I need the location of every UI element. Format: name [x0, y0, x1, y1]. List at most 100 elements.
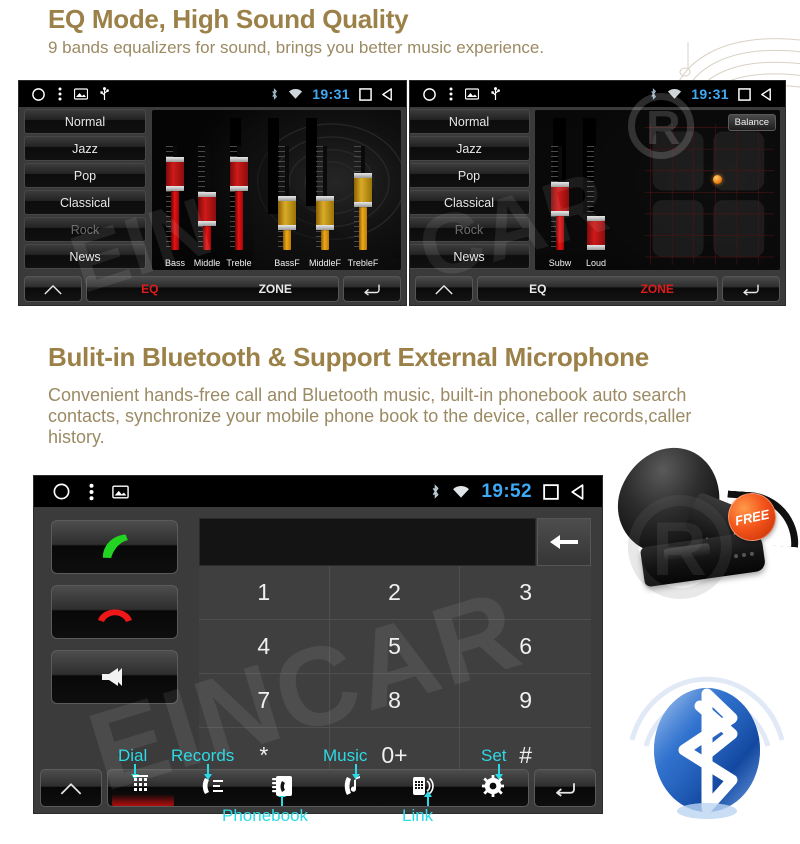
- nav-item-link[interactable]: [388, 770, 458, 806]
- eq1-tabs[interactable]: EQ ZONE: [86, 276, 339, 302]
- preset-normal[interactable]: Normal: [410, 109, 530, 134]
- nav-item-set[interactable]: [458, 770, 528, 806]
- preset-rock[interactable]: Rock: [24, 217, 146, 242]
- answer-call-button[interactable]: [51, 520, 178, 574]
- preset-normal[interactable]: Normal: [24, 109, 146, 134]
- slider-treblef[interactable]: TrebleF: [348, 146, 378, 268]
- eq2-tabs[interactable]: EQ ZONE: [477, 276, 718, 302]
- circle-home-icon[interactable]: [52, 482, 71, 501]
- dialpad-icon: [132, 774, 154, 802]
- slider-knob[interactable]: [551, 182, 569, 216]
- preset-jazz[interactable]: Jazz: [24, 136, 146, 161]
- slider-track[interactable]: [230, 146, 248, 250]
- kebab-menu-icon[interactable]: [449, 87, 453, 101]
- square-recents-icon[interactable]: [738, 87, 751, 101]
- slider-label: Treble: [226, 258, 252, 268]
- eq1-preset-list[interactable]: Normal Jazz Pop Classical Rock News: [24, 109, 146, 269]
- end-call-button[interactable]: [51, 585, 178, 639]
- preset-news[interactable]: News: [24, 244, 146, 269]
- key-2[interactable]: 2: [329, 566, 461, 620]
- dialed-number-input[interactable]: [199, 518, 536, 566]
- backspace-button[interactable]: [537, 518, 591, 566]
- dial-keypad[interactable]: 1 2 3 4 5 6 7 8 9 * 0+ #: [199, 566, 591, 782]
- nav-item-phonebook[interactable]: [248, 770, 318, 806]
- nav-item-dial[interactable]: [108, 770, 178, 806]
- eq1-bottom-nav[interactable]: EQ ZONE: [19, 273, 406, 305]
- eq2-zone-graph[interactable]: Balance Subw Loud: [534, 109, 781, 271]
- square-recents-icon[interactable]: [543, 483, 559, 500]
- key-6[interactable]: 6: [460, 620, 591, 674]
- mute-audio-button[interactable]: [51, 650, 178, 704]
- eq-screen-bands[interactable]: 19:31 Normal Jazz Pop Classical Rock News: [18, 80, 407, 306]
- eq1-band-graph[interactable]: Bass Middle Treble BassF MiddleF TrebleF: [151, 109, 402, 271]
- preset-news[interactable]: News: [410, 244, 530, 269]
- preset-jazz[interactable]: Jazz: [410, 136, 530, 161]
- eq2-home-button[interactable]: [415, 276, 473, 302]
- slider-treble[interactable]: Treble: [226, 146, 252, 268]
- phone-bottom-nav[interactable]: [34, 767, 602, 809]
- triangle-back-icon[interactable]: [760, 87, 773, 101]
- preset-classical[interactable]: Classical: [410, 190, 530, 215]
- key-8[interactable]: 8: [329, 674, 461, 728]
- eq2-back-button[interactable]: [722, 276, 780, 302]
- eq1-tab-eq[interactable]: EQ: [87, 282, 213, 296]
- eq2-sliders[interactable]: Subw Loud: [535, 110, 780, 270]
- key-9[interactable]: 9: [460, 674, 591, 728]
- circle-home-icon[interactable]: [31, 87, 46, 102]
- phone-back-button[interactable]: [534, 769, 596, 807]
- square-recents-icon[interactable]: [359, 87, 372, 101]
- phone-function-strip[interactable]: [107, 769, 529, 807]
- phone-home-button[interactable]: [40, 769, 102, 807]
- nav-item-music[interactable]: [318, 770, 388, 806]
- call-control-column[interactable]: [51, 520, 178, 715]
- eq2-tab-eq[interactable]: EQ: [478, 282, 598, 296]
- eq1-sliders[interactable]: Bass Middle Treble BassF MiddleF TrebleF: [152, 110, 401, 270]
- slider-track[interactable]: [316, 146, 334, 250]
- key-1[interactable]: 1: [199, 566, 330, 620]
- preset-pop[interactable]: Pop: [410, 163, 530, 188]
- slider-knob[interactable]: [198, 192, 216, 226]
- slider-track[interactable]: [198, 146, 216, 250]
- eq2-preset-list[interactable]: Normal Jazz Pop Classical Rock News: [410, 109, 530, 269]
- key-4[interactable]: 4: [199, 620, 330, 674]
- triangle-back-icon[interactable]: [570, 483, 586, 500]
- slider-middlef[interactable]: MiddleF: [309, 146, 341, 268]
- slider-bassf[interactable]: BassF: [274, 146, 300, 268]
- eq2-tab-zone[interactable]: ZONE: [598, 282, 718, 296]
- slider-track[interactable]: [551, 146, 569, 250]
- kebab-menu-icon[interactable]: [89, 483, 94, 501]
- slider-bass[interactable]: Bass: [164, 146, 186, 268]
- preset-pop[interactable]: Pop: [24, 163, 146, 188]
- eq2-bottom-nav[interactable]: EQ ZONE: [410, 273, 785, 305]
- slider-knob[interactable]: [278, 196, 296, 230]
- kebab-menu-icon[interactable]: [58, 87, 62, 101]
- slider-knob[interactable]: [354, 173, 372, 207]
- bluetooth-icon: [270, 87, 279, 101]
- eq-screen-zone[interactable]: 19:31 Normal Jazz Pop Classical Rock News: [409, 80, 786, 306]
- key-5[interactable]: 5: [329, 620, 461, 674]
- slider-middle[interactable]: Middle: [194, 146, 220, 268]
- nav-item-records[interactable]: [178, 770, 248, 806]
- slider-track[interactable]: [587, 146, 605, 250]
- usb-icon: [491, 87, 500, 101]
- triangle-back-icon[interactable]: [381, 87, 394, 101]
- slider-knob[interactable]: [587, 216, 605, 250]
- slider-knob[interactable]: [316, 196, 334, 230]
- key-3[interactable]: 3: [460, 566, 591, 620]
- eq1-back-button[interactable]: [343, 276, 401, 302]
- circle-home-icon[interactable]: [422, 87, 437, 102]
- slider-track[interactable]: [354, 146, 372, 250]
- preset-rock[interactable]: Rock: [410, 217, 530, 242]
- slider-knob[interactable]: [230, 157, 248, 191]
- eq1-tab-zone[interactable]: ZONE: [213, 282, 339, 296]
- slider-loud[interactable]: Loud: [585, 146, 607, 268]
- preset-classical[interactable]: Classical: [24, 190, 146, 215]
- key-7[interactable]: 7: [199, 674, 330, 728]
- slider-subw[interactable]: Subw: [549, 146, 571, 268]
- picture-icon: [73, 88, 89, 100]
- eq1-home-button[interactable]: [24, 276, 82, 302]
- slider-track[interactable]: [278, 146, 296, 250]
- usb-icon: [100, 87, 109, 101]
- slider-track[interactable]: [166, 146, 184, 250]
- slider-knob[interactable]: [166, 157, 184, 191]
